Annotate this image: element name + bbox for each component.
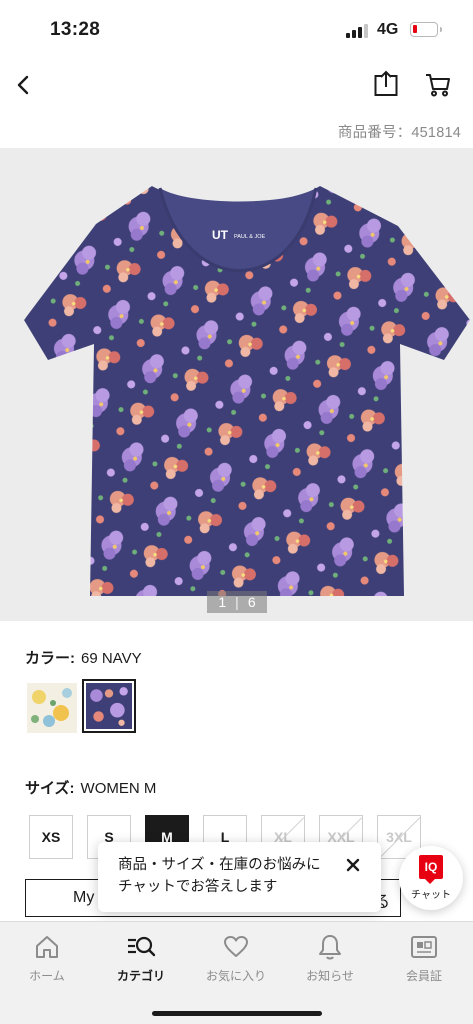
home-icon [32, 932, 62, 962]
swatch-pattern [86, 683, 132, 729]
svg-text:PAUL & JOE: PAUL & JOE [234, 234, 266, 240]
share-button[interactable] [372, 70, 400, 98]
chat-tooltip-line1: 商品・サイズ・在庫のお悩みに [118, 857, 321, 873]
cart-icon [426, 74, 450, 97]
swatch-pattern [27, 683, 77, 733]
chat-tooltip-line2: チャットでお答えします [118, 879, 278, 895]
product-image: UT PAUL & JOE [24, 186, 470, 596]
iq-chat-label: チャット [411, 890, 451, 901]
size-value: WOMEN M [80, 780, 157, 797]
nav-item-notifications[interactable]: お知らせ [290, 922, 370, 992]
bell-icon [315, 932, 345, 962]
product-number: 商品番号：451814 [337, 125, 461, 141]
bottom-navigation: ホーム カテゴリ お気に入り お知らせ 会員証 [0, 921, 473, 1024]
nav-item-favorites[interactable]: お気に入り [196, 922, 276, 992]
iq-chat-button[interactable]: IQ チャット [399, 846, 463, 910]
pager-separator: | [235, 594, 239, 610]
cart-button[interactable] [424, 70, 452, 98]
heart-icon [221, 932, 251, 962]
my-size-label: My [73, 889, 95, 906]
chat-close-button[interactable] [342, 854, 364, 876]
category-search-icon [126, 932, 156, 962]
color-label: カラー: [25, 650, 75, 667]
home-indicator [152, 1011, 322, 1016]
close-icon [346, 858, 360, 872]
nav-label-favorites: お気に入り [205, 969, 266, 983]
chat-tooltip[interactable]: 商品・サイズ・在庫のお悩みに チャットでお答えします [98, 842, 381, 912]
status-bar: 13:28 4G [0, 0, 473, 62]
size-option-xs[interactable]: XS [29, 815, 73, 859]
network-type: 4G [377, 21, 399, 38]
nav-label-notifications: お知らせ [306, 969, 354, 983]
iq-badge-icon: IQ [419, 855, 443, 884]
share-icon [374, 70, 398, 96]
image-pager: 1 | 6 [207, 591, 267, 613]
nav-label-category: カテゴリ [116, 969, 165, 983]
nav-item-member-card[interactable]: 会員証 [384, 922, 464, 992]
nav-item-category[interactable]: カテゴリ [101, 922, 181, 992]
size-label: サイズ: [25, 780, 75, 797]
back-button[interactable] [10, 70, 36, 100]
product-image-carousel[interactable]: UT PAUL & JOE 1 | 6 [0, 148, 473, 621]
color-value: 69 NAVY [81, 650, 142, 667]
pager-current: 1 [218, 594, 227, 610]
nav-item-home[interactable]: ホーム [7, 922, 87, 992]
chevron-left-icon [17, 75, 29, 95]
size-selection-label: サイズ: WOMEN M [25, 777, 156, 798]
color-swatch-navy-floral[interactable] [82, 679, 136, 733]
color-swatch-white-floral[interactable] [27, 683, 77, 733]
nav-label-member-card: 会員証 [405, 969, 442, 983]
nav-label-home: ホーム [29, 969, 65, 983]
member-card-icon [409, 932, 439, 962]
status-time: 13:28 [50, 19, 101, 40]
signal-icon [346, 24, 370, 38]
color-selection-label: カラー: 69 NAVY [25, 647, 142, 668]
pager-total: 6 [247, 594, 256, 610]
svg-text:UT: UT [212, 228, 229, 242]
battery-icon [410, 22, 442, 37]
